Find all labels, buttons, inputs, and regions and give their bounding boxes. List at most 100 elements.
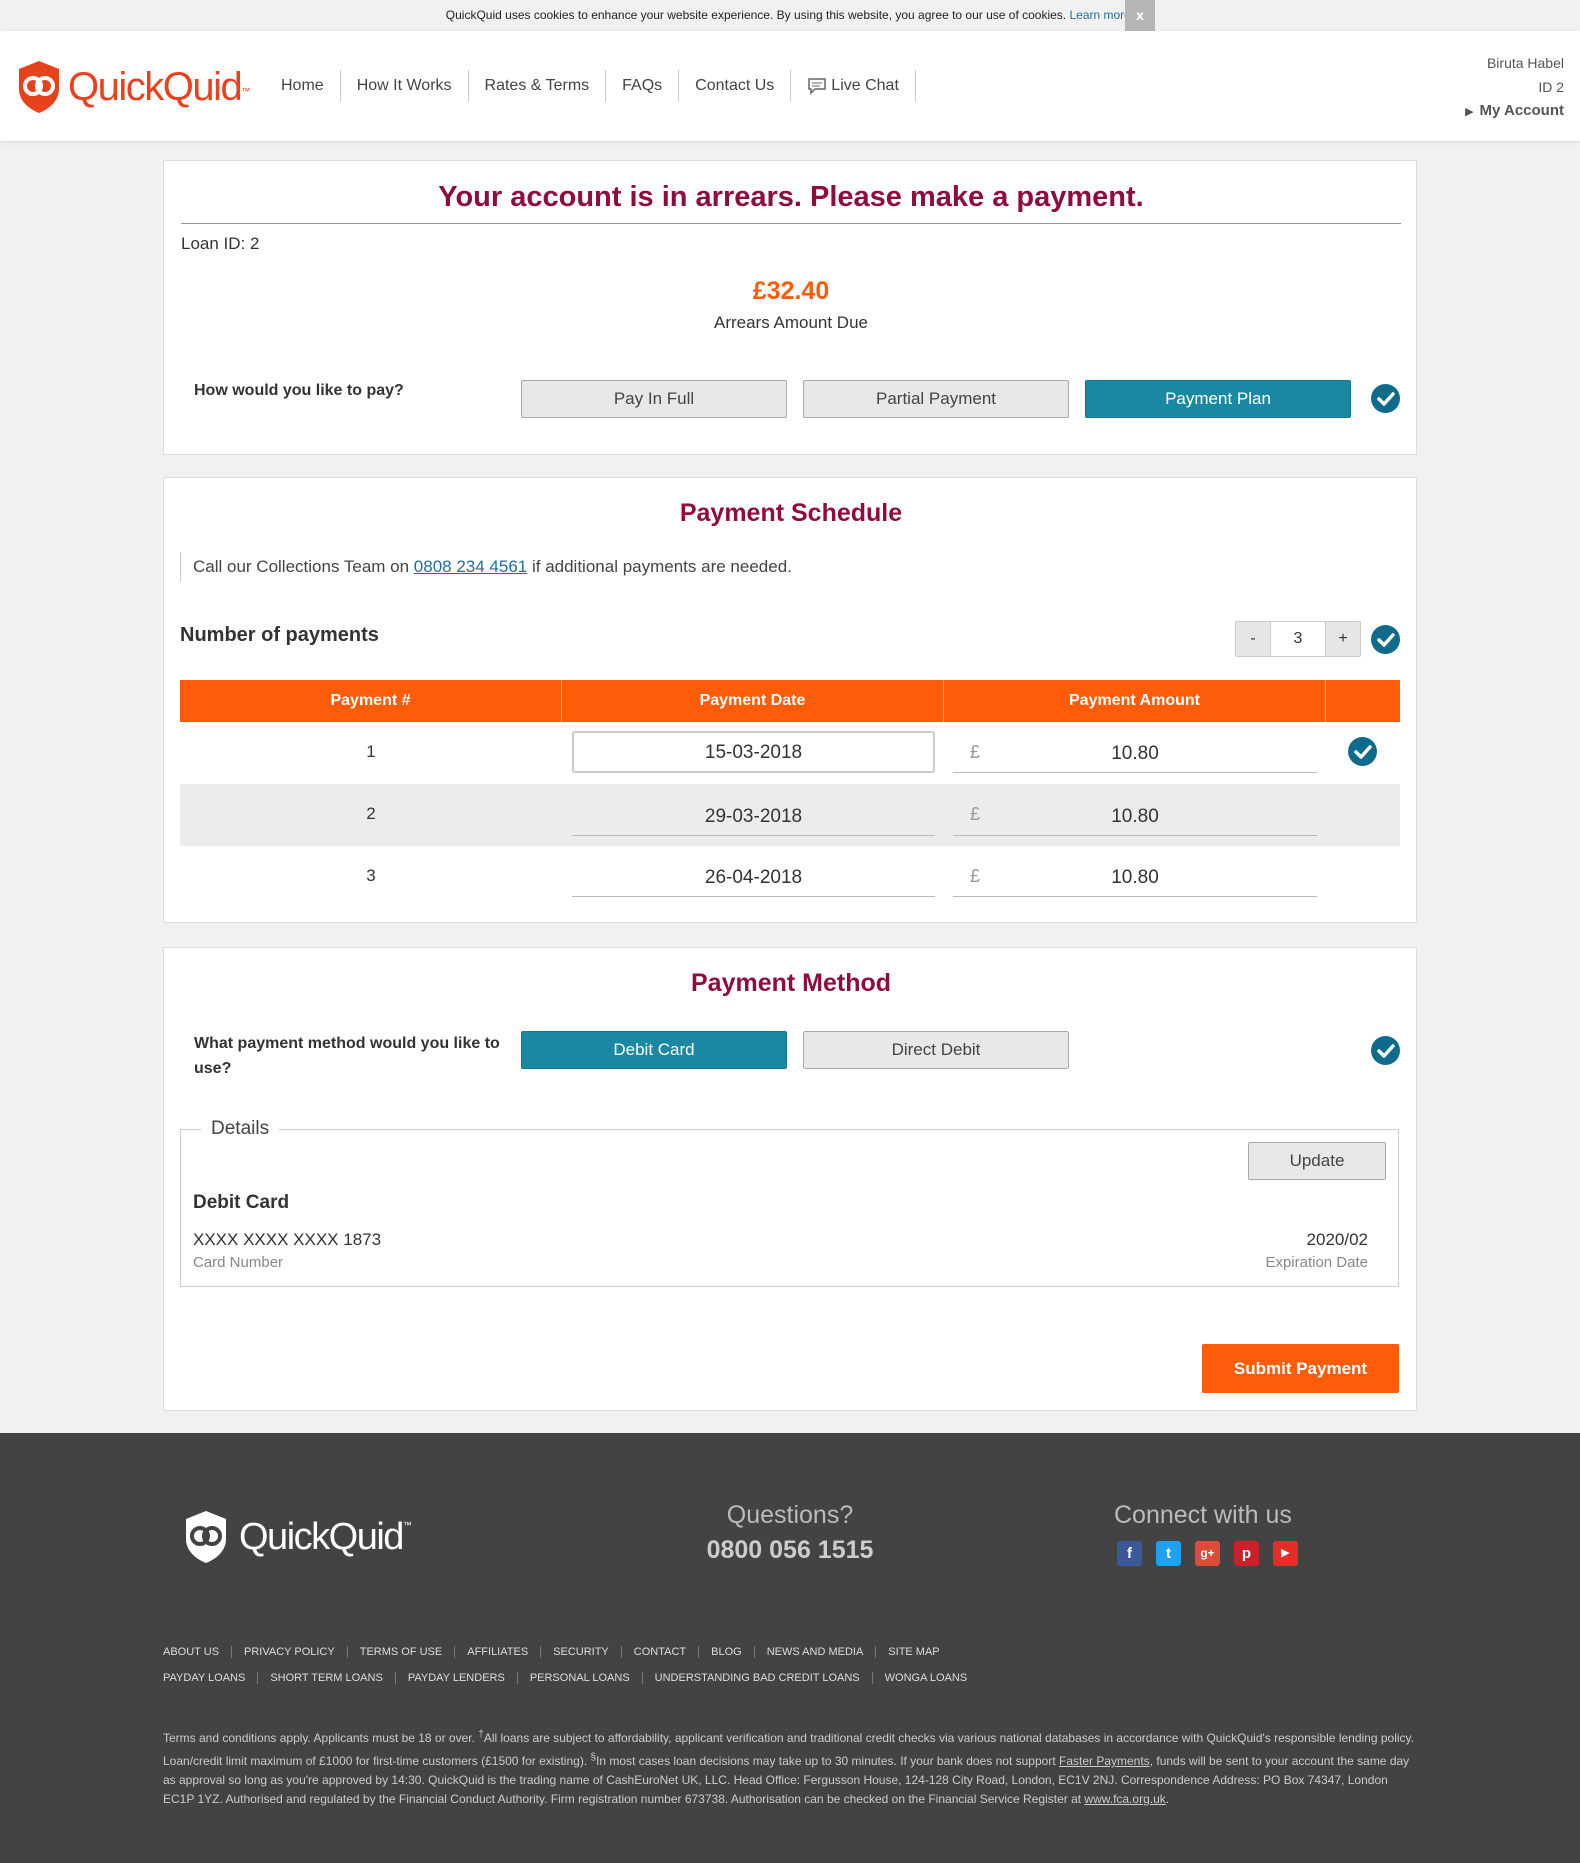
footer-links-row2: Payday Loans Short Term Loans Payday Len…	[163, 1672, 979, 1684]
footer-logo[interactable]: QuickQuid ™	[179, 1509, 412, 1565]
title-divider	[181, 223, 1401, 224]
nav-live-chat-label: Live Chat	[831, 77, 899, 94]
payment-plan-button[interactable]: Payment Plan	[1085, 380, 1351, 418]
note-text-start: Call our Collections Team on	[193, 557, 414, 576]
number-of-payments-label: Number of payments	[180, 624, 379, 646]
quickquid-shield-icon	[186, 1511, 226, 1563]
col-payment-date: Payment Date	[562, 680, 944, 722]
payment-date-input[interactable]: 26-04-2018	[572, 855, 935, 897]
table-row: 2 29-03-2018 £ 10.80	[180, 784, 1400, 846]
cookie-close-button[interactable]: x	[1125, 0, 1155, 31]
arrears-title: Your account is in arrears. Please make …	[438, 181, 1144, 213]
faster-payments-link[interactable]: Faster Payments	[1059, 1754, 1150, 1768]
increment-button[interactable]: +	[1326, 622, 1360, 656]
collections-note: Call our Collections Team on 0808 234 45…	[180, 552, 792, 582]
footer-brand-name: QuickQuid	[239, 1515, 404, 1558]
payments-count-stepper: - 3 +	[1235, 621, 1361, 657]
nav-rates-terms[interactable]: Rates & Terms	[469, 70, 607, 102]
nav-home[interactable]: Home	[265, 70, 341, 102]
schedule-table-header: Payment # Payment Date Payment Amount	[180, 680, 1400, 722]
arrears-card: Your account is in arrears. Please make …	[163, 160, 1417, 455]
table-row: 3 26-04-2018 £ 10.80	[180, 846, 1400, 908]
pinterest-icon[interactable]: p	[1234, 1541, 1259, 1566]
payment-date-input[interactable]: 15-03-2018	[572, 731, 935, 773]
pay-question: How would you like to pay?	[194, 382, 404, 399]
quickquid-shield-icon	[19, 61, 59, 113]
twitter-icon[interactable]: t	[1156, 1541, 1181, 1566]
payments-count-value[interactable]: 3	[1270, 622, 1326, 656]
cookie-banner: QuickQuid uses cookies to enhance your w…	[0, 0, 1580, 30]
nav-live-chat[interactable]: Live Chat	[791, 70, 916, 102]
quickquid-logo[interactable]: QuickQuid ™	[16, 59, 250, 115]
payment-number: 1	[366, 742, 376, 761]
col-payment-number: Payment #	[180, 680, 562, 722]
brand-trademark: ™	[241, 86, 251, 96]
footer-link[interactable]: Blog	[699, 1646, 755, 1658]
nav-contact-us[interactable]: Contact Us	[679, 70, 792, 102]
connect-heading: Connect with us	[1114, 1501, 1292, 1529]
expiry-date-label: Expiration Date	[1265, 1254, 1368, 1271]
my-account-label: My Account	[1479, 102, 1564, 119]
collections-phone-link[interactable]: 0808 234 4561	[414, 557, 527, 576]
footer-link[interactable]: Personal Loans	[518, 1672, 643, 1684]
footer-link[interactable]: Payday Lenders	[396, 1672, 518, 1684]
table-row: 1 15-03-2018 £ 10.80	[180, 722, 1400, 784]
user-name: Biruta Habel	[1486, 55, 1564, 71]
footer-links-row1: About Us Privacy Policy Terms of Use Aff…	[163, 1646, 952, 1658]
main-nav: Home How It Works Rates & Terms FAQs Con…	[265, 70, 916, 102]
questions-heading: Questions?	[726, 1501, 854, 1529]
chat-bubble-icon	[808, 78, 827, 95]
footer-phone[interactable]: 0800 056 1515	[690, 1536, 890, 1565]
decrement-button[interactable]: -	[1236, 622, 1270, 656]
arrears-amount: £32.40	[752, 277, 830, 305]
nav-how-it-works[interactable]: How It Works	[341, 70, 469, 102]
footer-link[interactable]: News and Media	[755, 1646, 877, 1658]
fca-link[interactable]: www.fca.org.uk	[1084, 1792, 1165, 1806]
expiry-date: 2020/02	[1306, 1230, 1368, 1249]
cookie-text: QuickQuid uses cookies to enhance your w…	[445, 8, 1067, 22]
card-number-label: Card Number	[193, 1254, 284, 1271]
partial-payment-button[interactable]: Partial Payment	[803, 380, 1069, 418]
account-info: Biruta Habel ID 2 ▶ My Account	[1465, 51, 1564, 124]
payment-number: 2	[366, 804, 376, 823]
footer-link[interactable]: Security	[541, 1646, 622, 1658]
nav-faqs[interactable]: FAQs	[606, 70, 680, 102]
footer-link[interactable]: Site Map	[876, 1646, 951, 1658]
payment-date-input[interactable]: 29-03-2018	[572, 794, 935, 836]
my-account-link[interactable]: ▶ My Account	[1465, 99, 1564, 124]
facebook-icon[interactable]: f	[1117, 1541, 1142, 1566]
youtube-icon[interactable]: ▶	[1273, 1541, 1298, 1566]
footer-link[interactable]: Affiliates	[455, 1646, 542, 1658]
legal-text: Terms and conditions apply. Applicants m…	[163, 1725, 1417, 1809]
method-title: Payment Method	[690, 969, 892, 997]
checkmark-icon	[1371, 625, 1400, 654]
direct-debit-button[interactable]: Direct Debit	[803, 1031, 1069, 1069]
footer-link[interactable]: Short Term Loans	[258, 1672, 396, 1684]
update-button[interactable]: Update	[1248, 1142, 1386, 1180]
footer-link[interactable]: Wonga Loans	[873, 1672, 980, 1684]
footer-link[interactable]: Payday Loans	[163, 1672, 259, 1684]
debit-card-button[interactable]: Debit Card	[521, 1031, 787, 1069]
submit-payment-button[interactable]: Submit Payment	[1202, 1344, 1399, 1393]
pay-in-full-button[interactable]: Pay In Full	[521, 380, 787, 418]
payment-amount-input[interactable]: 10.80	[953, 731, 1317, 773]
google-plus-icon[interactable]: g+	[1195, 1541, 1220, 1566]
card-details-section: Details Update Debit Card XXXX XXXX XXXX…	[180, 1118, 1399, 1287]
payment-amount-input[interactable]: 10.80	[953, 794, 1317, 836]
footer-link[interactable]: About Us	[163, 1646, 233, 1658]
site-header: QuickQuid ™ Home How It Works Rates & Ter…	[0, 31, 1580, 142]
questions-block: Questions? 0800 056 1515	[690, 1501, 890, 1565]
legal-part: Terms and conditions apply. Applicants m…	[163, 1731, 479, 1745]
brand-name: QuickQuid	[68, 64, 243, 109]
user-id: ID 2	[1538, 79, 1564, 95]
footer-link[interactable]: Contact	[622, 1646, 700, 1658]
note-text-end: if additional payments are needed.	[527, 557, 792, 576]
payment-number: 3	[366, 866, 376, 885]
footer-link[interactable]: Understanding Bad Credit Loans	[643, 1672, 873, 1684]
col-payment-amount: Payment Amount	[944, 680, 1326, 722]
payment-amount-input[interactable]: 10.80	[953, 855, 1317, 897]
footer-link[interactable]: Privacy Policy	[232, 1646, 348, 1658]
checkmark-icon	[1348, 737, 1377, 766]
social-links: f t g+ p ▶	[1117, 1541, 1312, 1566]
footer-link[interactable]: Terms of Use	[348, 1646, 456, 1658]
